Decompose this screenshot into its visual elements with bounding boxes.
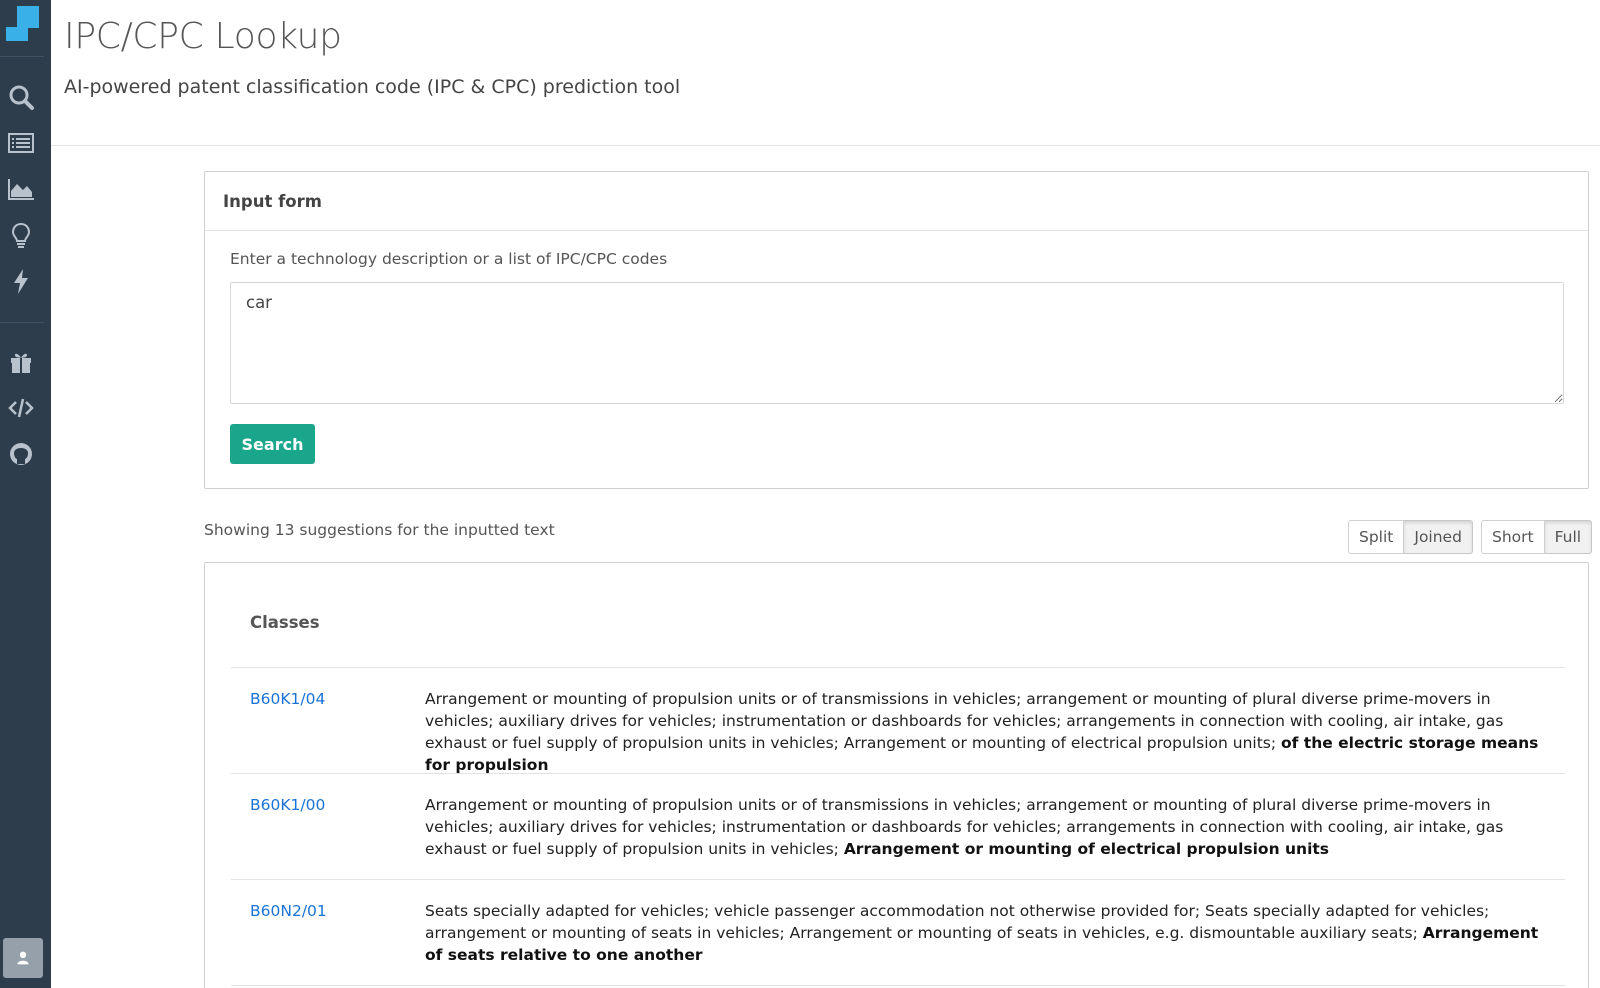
user-icon[interactable]: [3, 938, 43, 978]
page-title: IPC/CPC Lookup: [64, 16, 342, 57]
github-icon[interactable]: [6, 439, 36, 469]
classes-heading: Classes: [250, 613, 320, 632]
sidebar-divider: [0, 322, 44, 323]
joined-view-button[interactable]: Joined: [1404, 520, 1473, 554]
table-row: B60K1/00 Arrangement or mounting of prop…: [231, 774, 1565, 880]
description-highlight: Arrangement or mounting of electrical pr…: [843, 840, 1330, 858]
description-label: Enter a technology description or a list…: [230, 250, 668, 268]
class-description: Arrangement or mounting of propulsion un…: [425, 688, 1545, 776]
class-description: Seats specially adapted for vehicles; ve…: [425, 900, 1545, 966]
lightbulb-icon[interactable]: [6, 220, 36, 250]
description-text: Seats specially adapted for vehicles; ve…: [425, 902, 1490, 942]
input-form-panel: Input form Enter a technology descriptio…: [204, 171, 1589, 489]
table-row: B60N2/01 Seats specially adapted for veh…: [231, 880, 1565, 986]
list-icon[interactable]: [6, 128, 36, 158]
page-header: IPC/CPC Lookup AI-powered patent classif…: [51, 0, 1600, 146]
input-form-heading: Input form: [205, 172, 1588, 231]
class-code-link[interactable]: B60K1/04: [250, 690, 325, 708]
description-textarea[interactable]: [230, 282, 1564, 404]
split-view-button[interactable]: Split: [1348, 520, 1405, 554]
short-length-button[interactable]: Short: [1481, 520, 1545, 554]
lightning-icon[interactable]: [6, 266, 36, 296]
class-description: Arrangement or mounting of propulsion un…: [425, 794, 1545, 860]
length-toggle-group: Short Full: [1481, 520, 1593, 554]
class-code-link[interactable]: B60K1/00: [250, 796, 325, 814]
view-toggle-group: Split Joined: [1348, 520, 1473, 554]
full-length-button[interactable]: Full: [1544, 520, 1593, 554]
class-code-link[interactable]: B60N2/01: [250, 902, 327, 920]
app-logo[interactable]: [3, 3, 43, 45]
area-chart-icon[interactable]: [6, 174, 36, 204]
search-icon[interactable]: [6, 82, 36, 112]
code-icon[interactable]: [6, 393, 36, 423]
page-subtitle: AI-powered patent classification code (I…: [64, 76, 681, 98]
search-button[interactable]: Search: [230, 424, 315, 464]
results-count-text: Showing 13 suggestions for the inputted …: [204, 521, 555, 539]
table-row: B60K1/04 Arrangement or mounting of prop…: [231, 668, 1565, 774]
results-panel: Classes B60K1/04 Arrangement or mounting…: [204, 562, 1589, 988]
sidebar-divider: [0, 56, 44, 57]
gift-icon[interactable]: [6, 346, 36, 376]
sidebar: [0, 0, 51, 988]
